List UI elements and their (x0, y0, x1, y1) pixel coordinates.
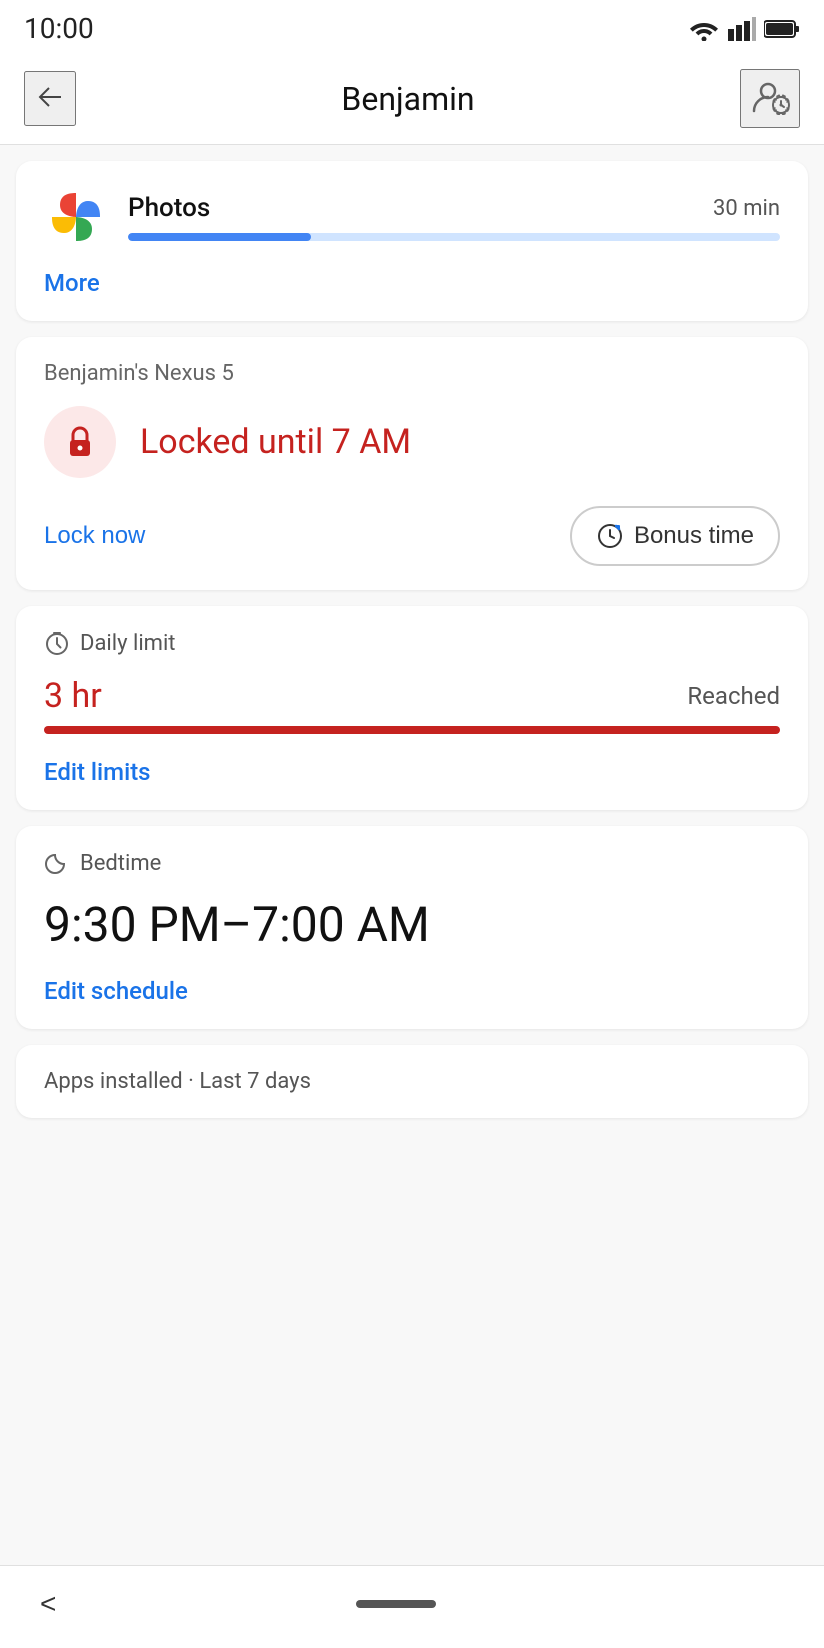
lock-status-text: Locked until 7 AM (140, 422, 411, 462)
edit-limits-link[interactable]: Edit limits (44, 758, 780, 786)
bedtime-section-label: Bedtime (80, 851, 161, 876)
limit-value: 3 hr (44, 676, 102, 716)
lock-card: Benjamin's Nexus 5 Locked until 7 AM Loc… (16, 337, 808, 590)
status-time: 10:00 (24, 12, 94, 45)
lock-icon-circle (44, 406, 116, 478)
lock-now-button[interactable]: Lock now (44, 522, 145, 550)
bonus-time-button[interactable]: Bonus time (570, 506, 780, 566)
photos-time-used: 30 min (713, 196, 780, 221)
apps-installed-card: Apps installed · Last 7 days (16, 1045, 808, 1118)
account-settings-icon (750, 79, 790, 115)
daily-limit-card: Daily limit 3 hr Reached Edit limits (16, 606, 808, 810)
bottom-nav: < (0, 1565, 824, 1648)
more-link[interactable]: More (44, 269, 780, 297)
bedtime-card: Bedtime 9:30 PM–7:00 AM Edit schedule (16, 826, 808, 1029)
daily-limit-label: Daily limit (44, 630, 780, 656)
header: Benjamin (0, 53, 824, 145)
photos-app-icon (44, 185, 108, 249)
status-icons (688, 17, 800, 41)
back-arrow-icon (34, 81, 66, 113)
wifi-icon (688, 17, 720, 41)
photos-app-name: Photos (128, 193, 210, 223)
bonus-time-label: Bonus time (634, 522, 754, 550)
photos-header: Photos 30 min (128, 193, 780, 223)
nav-home-indicator[interactable] (356, 1600, 436, 1608)
account-settings-button[interactable] (740, 69, 800, 128)
battery-icon (764, 19, 800, 39)
limit-reached: Reached (687, 682, 780, 710)
photos-progress-bg (128, 233, 780, 241)
signal-icon (728, 17, 756, 41)
back-button[interactable] (24, 71, 76, 126)
lock-status-row: Locked until 7 AM (44, 406, 780, 478)
timer-icon (44, 630, 70, 656)
edit-schedule-link[interactable]: Edit schedule (44, 977, 780, 1005)
page-title: Benjamin (341, 80, 474, 118)
limit-row: 3 hr Reached (44, 676, 780, 716)
apps-installed-label: Apps installed · Last 7 days (44, 1069, 780, 1094)
device-name: Benjamin's Nexus 5 (44, 361, 780, 386)
limit-progress-bar (44, 726, 780, 734)
photos-row: Photos 30 min (44, 185, 780, 249)
photos-card: Photos 30 min More (16, 161, 808, 321)
bonus-time-icon (596, 522, 624, 550)
main-content: Photos 30 min More Benjamin's Nexus 5 Lo… (0, 145, 824, 1134)
photos-progress-fill (128, 233, 311, 241)
photos-info: Photos 30 min (128, 193, 780, 241)
daily-limit-section-label: Daily limit (80, 631, 176, 656)
bedtime-schedule: 9:30 PM–7:00 AM (44, 896, 780, 953)
lock-icon (60, 422, 100, 462)
nav-back-button[interactable]: < (24, 1580, 72, 1628)
status-bar: 10:00 (0, 0, 824, 53)
bedtime-label: Bedtime (44, 850, 780, 876)
lock-actions: Lock now Bonus time (44, 506, 780, 566)
moon-icon (44, 850, 70, 876)
